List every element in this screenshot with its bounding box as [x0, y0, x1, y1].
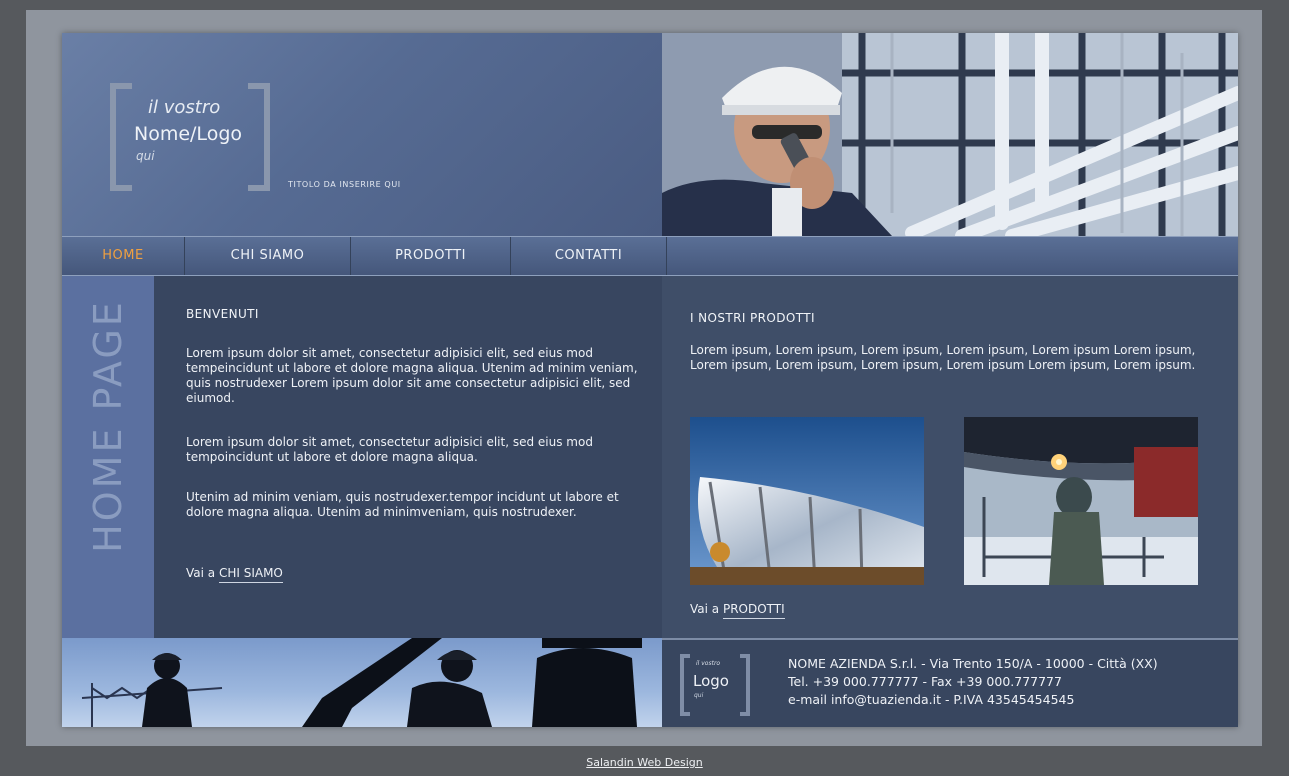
site-logo[interactable]: il vostro Nome/Logo qui: [110, 83, 270, 191]
product-image-solar[interactable]: [690, 417, 924, 585]
products-title: I NOSTRI PRODOTTI: [690, 311, 815, 325]
nav-item-prodotti[interactable]: PRODOTTI: [351, 237, 511, 275]
nav-item-contatti[interactable]: CONTATTI: [511, 237, 667, 275]
product-image-welding[interactable]: [964, 417, 1198, 585]
header-brand: il vostro Nome/Logo qui TITOLO DA INSERI…: [62, 33, 662, 236]
company-email[interactable]: e-mail info@tuazienda.it - P.IVA 4354545…: [788, 691, 1158, 709]
worker-phone-illustration: [662, 33, 1238, 236]
footer-logo[interactable]: il vostro Logo qui: [680, 654, 750, 716]
footer-photo: [62, 638, 662, 727]
chi-siamo-link[interactable]: CHI SIAMO: [218, 566, 283, 583]
company-phone: Tel. +39 000.777777 - Fax +39 000.777777: [788, 674, 1062, 689]
company-address: NOME AZIENDA S.r.l. - Via Trento 150/A -…: [788, 656, 1158, 671]
nav-item-home[interactable]: HOME: [62, 237, 185, 275]
welcome-paragraph-3: Utenim ad minim veniam, quis nostrudexer…: [186, 490, 619, 519]
products-link-prefix: Vai a: [690, 602, 723, 616]
footer-logo-text: Logo: [693, 672, 729, 690]
logo-right-bracket: [248, 83, 270, 191]
welcome-link-row: Vai a CHI SIAMO: [186, 566, 283, 583]
workers-silhouette-illustration: [81, 638, 642, 727]
footer-logo-left-bracket: [680, 654, 690, 716]
products-link-row: Vai a PRODOTTI: [690, 602, 785, 619]
welcome-paragraph-1: Lorem ipsum dolor sit amet, consectetur …: [186, 346, 638, 405]
logo-line-2: Nome/Logo: [134, 123, 242, 145]
welcome-link-prefix: Vai a: [186, 566, 219, 580]
footer-logo-small: il vostro: [696, 660, 721, 667]
main-nav: HOME CHI SIAMO PRODOTTI CONTATTI: [62, 236, 1238, 276]
logo-line-3: qui: [136, 149, 155, 163]
footer-contact: il vostro Logo qui NOME AZIENDA S.r.l. -…: [662, 638, 1238, 727]
products-text: Lorem ipsum, Lorem ipsum, Lorem ipsum, L…: [690, 343, 1196, 372]
site-tagline: TITOLO DA INSERIRE QUI: [288, 180, 401, 189]
footer-logo-right-bracket: [740, 654, 750, 716]
welcome-section: BENVENUTI Lorem ipsum dolor sit amet, co…: [154, 276, 662, 638]
nav-item-chi-siamo[interactable]: CHI SIAMO: [185, 237, 351, 275]
welcome-title: BENVENUTI: [186, 307, 259, 321]
sidebar-vertical-title: HOME PAGE: [86, 299, 130, 553]
site-container: il vostro Nome/Logo qui TITOLO DA INSERI…: [62, 33, 1238, 727]
designer-credit: Salandin Web Design: [0, 756, 1289, 769]
company-info: NOME AZIENDA S.r.l. - Via Trento 150/A -…: [788, 655, 1158, 709]
designer-credit-link[interactable]: Salandin Web Design: [586, 756, 702, 769]
sidebar-panel: HOME PAGE: [62, 276, 154, 638]
footer-logo-tiny: qui: [694, 692, 704, 699]
header-photo: [662, 33, 1238, 236]
welcome-paragraph-2: Lorem ipsum dolor sit amet, consectetur …: [186, 435, 593, 464]
logo-line-1: il vostro: [148, 97, 221, 118]
products-section: I NOSTRI PRODOTTI Lorem ipsum, Lorem ips…: [662, 276, 1238, 638]
logo-left-bracket: [110, 83, 132, 191]
prodotti-link[interactable]: PRODOTTI: [722, 602, 785, 619]
